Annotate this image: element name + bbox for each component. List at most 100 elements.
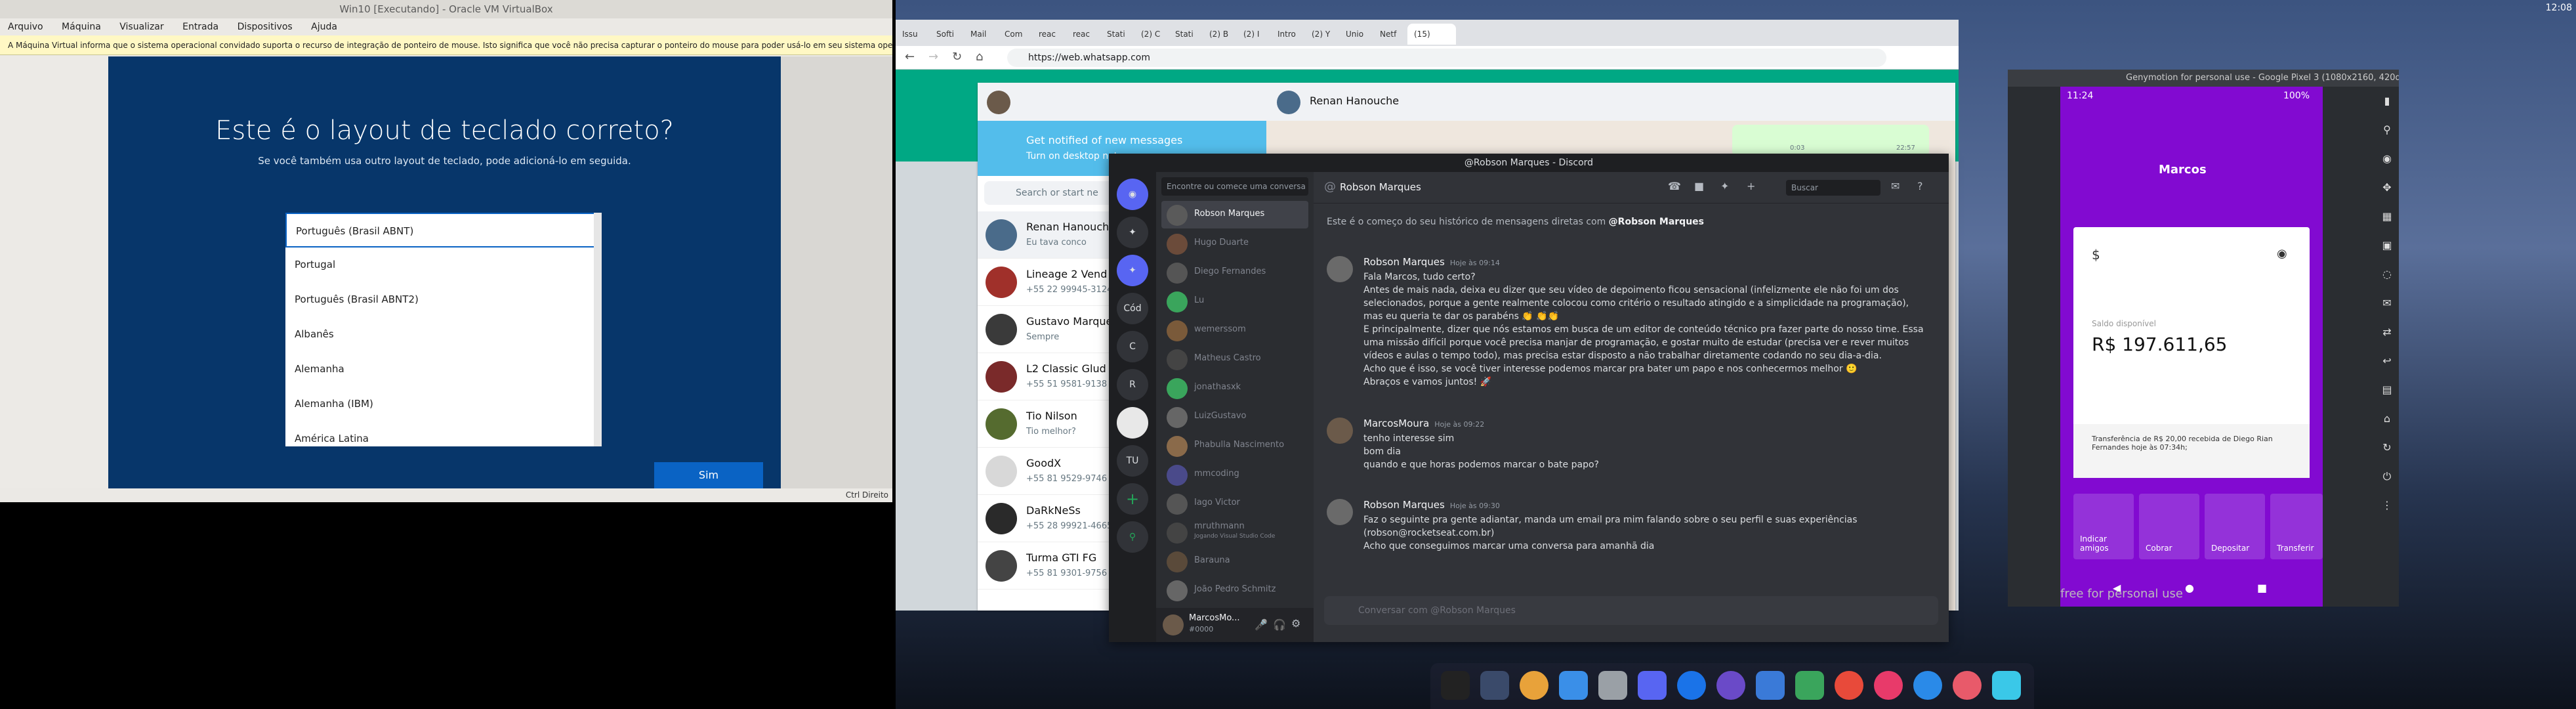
rss-icon[interactable]: ◌ bbox=[2375, 260, 2399, 289]
dm-item[interactable]: Phabulla Nascimento bbox=[1161, 432, 1308, 460]
browser-tab[interactable]: reac bbox=[1032, 24, 1066, 45]
dm-item[interactable]: LuizGustavo bbox=[1161, 403, 1308, 431]
account-name[interactable]: Marcos bbox=[2159, 163, 2207, 177]
hide-balance-icon[interactable]: ◉ bbox=[2277, 247, 2287, 261]
disk-icon[interactable]: ▣ bbox=[2375, 231, 2399, 260]
contact-name[interactable]: Renan Hanouche bbox=[1310, 95, 1399, 107]
audio-message[interactable]: 0:03 22:57 bbox=[1732, 125, 1929, 156]
dm-search-input[interactable]: Encontre ou comece uma conversa bbox=[1161, 177, 1308, 196]
add-server-icon[interactable]: + bbox=[1117, 483, 1148, 515]
dm-item[interactable]: jonathasxk bbox=[1161, 374, 1308, 402]
avatar[interactable] bbox=[1327, 499, 1353, 525]
browser-tab[interactable]: Stati bbox=[1100, 24, 1134, 45]
browser-tab[interactable]: Mail bbox=[964, 24, 998, 45]
pin-icon[interactable]: ✦ bbox=[1720, 180, 1729, 192]
more-icon[interactable]: ⋮ bbox=[2375, 491, 2399, 520]
layout-option[interactable]: Albanês bbox=[285, 317, 600, 352]
forward-icon[interactable]: → bbox=[928, 50, 938, 64]
rotate-icon[interactable]: ↻ bbox=[2375, 433, 2399, 462]
discord-icon[interactable] bbox=[1638, 671, 1667, 700]
help-icon[interactable]: ? bbox=[1917, 180, 1923, 192]
headphones-icon[interactable]: 🎧 bbox=[1273, 618, 1286, 631]
message[interactable]: Robson Marques Hoje às 09:14 Fala Marcos,… bbox=[1327, 256, 1930, 400]
id-icon[interactable]: ▦ bbox=[2375, 202, 2399, 231]
browser-tab[interactable]: (2) I bbox=[1237, 24, 1271, 45]
layout-list-scrollbar[interactable] bbox=[594, 213, 602, 446]
avatar[interactable] bbox=[987, 91, 1010, 114]
dm-item[interactable]: Hugo Duarte bbox=[1161, 230, 1308, 257]
charge-button[interactable]: Cobrar bbox=[2139, 494, 2199, 559]
dm-item[interactable]: Barauna bbox=[1161, 548, 1308, 575]
notification-subtitle[interactable]: Turn on desktop not bbox=[1026, 151, 1117, 161]
browser-tab[interactable]: Issu bbox=[896, 24, 930, 45]
server-icon[interactable]: Cód bbox=[1117, 293, 1148, 324]
layout-option[interactable]: Português (Brasil ABNT) bbox=[285, 213, 600, 247]
files-icon[interactable] bbox=[1480, 671, 1509, 700]
dm-item[interactable]: mruthmann Jogando Visual Studio Code bbox=[1161, 519, 1308, 546]
dm-item[interactable]: wemerssom bbox=[1161, 316, 1308, 344]
deposit-button[interactable]: Depositar bbox=[2205, 494, 2265, 559]
layout-option[interactable]: Alemanha bbox=[285, 352, 600, 387]
back-icon[interactable]: ← bbox=[905, 50, 915, 64]
menu-maquina[interactable]: Máquina bbox=[54, 18, 109, 35]
server-icon[interactable]: C bbox=[1117, 331, 1148, 362]
avatar[interactable] bbox=[1327, 418, 1353, 444]
server-icon[interactable]: ✦ bbox=[1117, 255, 1148, 286]
explore-icon[interactable]: ⚲ bbox=[1117, 521, 1148, 553]
guest-screen[interactable]: Este é o layout de teclado correto? Se v… bbox=[108, 56, 781, 488]
home-icon[interactable]: ⌂ bbox=[2375, 404, 2399, 433]
browser-tab[interactable]: Unio bbox=[1339, 24, 1373, 45]
microphone-icon[interactable]: 🎤 bbox=[1255, 618, 1268, 631]
dm-item[interactable]: Matheus Castro bbox=[1161, 345, 1308, 373]
virtualbox-icon[interactable] bbox=[1992, 671, 2021, 700]
server-icon[interactable]: TU bbox=[1117, 445, 1148, 477]
browser-tab[interactable]: Netf bbox=[1373, 24, 1407, 45]
browser-tab[interactable]: Com bbox=[998, 24, 1032, 45]
contact-avatar[interactable] bbox=[1277, 91, 1300, 114]
dm-item[interactable]: Diego Fernandes bbox=[1161, 259, 1308, 286]
skype-icon[interactable] bbox=[1677, 671, 1706, 700]
address-bar[interactable]: https://web.whatsapp.com bbox=[1007, 49, 1886, 67]
home-icon[interactable]: ⌂ bbox=[976, 50, 983, 64]
browser-tab[interactable]: reac bbox=[1066, 24, 1100, 45]
server-icon[interactable]: R bbox=[1117, 369, 1148, 400]
add-friend-icon[interactable]: + bbox=[1747, 180, 1755, 192]
dm-item[interactable]: Lu bbox=[1161, 288, 1308, 315]
layout-option[interactable]: América Latina bbox=[285, 421, 600, 456]
folder-icon[interactable] bbox=[1559, 671, 1588, 700]
layout-option[interactable]: Alemanha (IBM) bbox=[285, 387, 600, 421]
call-icon[interactable]: ☎ bbox=[1668, 180, 1681, 192]
gps-icon[interactable]: ⚲ bbox=[2375, 116, 2399, 144]
reload-icon[interactable]: ↻ bbox=[952, 50, 962, 64]
transfer-button[interactable]: Transferir bbox=[2270, 494, 2323, 559]
browser-tab[interactable]: Softi bbox=[930, 24, 964, 45]
message-author[interactable]: Robson Marques Hoje às 09:14 bbox=[1363, 256, 1500, 268]
menu-entrada[interactable]: Entrada bbox=[175, 18, 226, 35]
eclipse-icon[interactable] bbox=[1716, 671, 1745, 700]
flutter-icon[interactable] bbox=[1913, 671, 1942, 700]
phone-screen[interactable]: 11:24 100% Marcos $ ◉ Saldo disponível R… bbox=[2060, 87, 2323, 607]
message-author[interactable]: MarcosMoura Hoje às 09:22 bbox=[1363, 418, 1484, 429]
author-name[interactable]: MarcosMoura bbox=[1363, 418, 1429, 429]
invite-friends-button[interactable]: Indicar amigos bbox=[2073, 494, 2134, 559]
menu-dispositivos[interactable]: Dispositivos bbox=[230, 18, 301, 35]
insomnia-icon[interactable] bbox=[1874, 671, 1903, 700]
author-name[interactable]: Robson Marques bbox=[1363, 499, 1445, 511]
server-icon[interactable] bbox=[1117, 407, 1148, 439]
dm-item[interactable]: mmcoding bbox=[1161, 461, 1308, 488]
message-input[interactable]: Conversar com @Robson Marques bbox=[1324, 596, 1938, 625]
search-input[interactable]: Buscar bbox=[1786, 180, 1880, 196]
share-icon[interactable]: ⇄ bbox=[2375, 318, 2399, 347]
keyboard-layout-list[interactable]: Português (Brasil ABNT) Portugal Portugu… bbox=[285, 213, 600, 446]
layout-option[interactable]: Português (Brasil ABNT2) bbox=[285, 282, 600, 317]
back-icon[interactable]: ↩ bbox=[2375, 347, 2399, 376]
genymotion-icon[interactable] bbox=[1953, 671, 1982, 700]
recents-icon[interactable]: ■ bbox=[2257, 582, 2267, 594]
server-icon[interactable]: ✦ bbox=[1117, 217, 1148, 248]
message[interactable]: Robson Marques Hoje às 09:30 Faz o seguin… bbox=[1327, 499, 1930, 565]
author-name[interactable]: Robson Marques bbox=[1363, 256, 1445, 268]
sms-icon[interactable]: ✉ bbox=[2375, 289, 2399, 318]
browser-tab[interactable]: Intro bbox=[1271, 24, 1305, 45]
menu-ajuda[interactable]: Ajuda bbox=[303, 18, 345, 35]
dm-item[interactable]: João Pedro Schmitz bbox=[1161, 576, 1308, 604]
